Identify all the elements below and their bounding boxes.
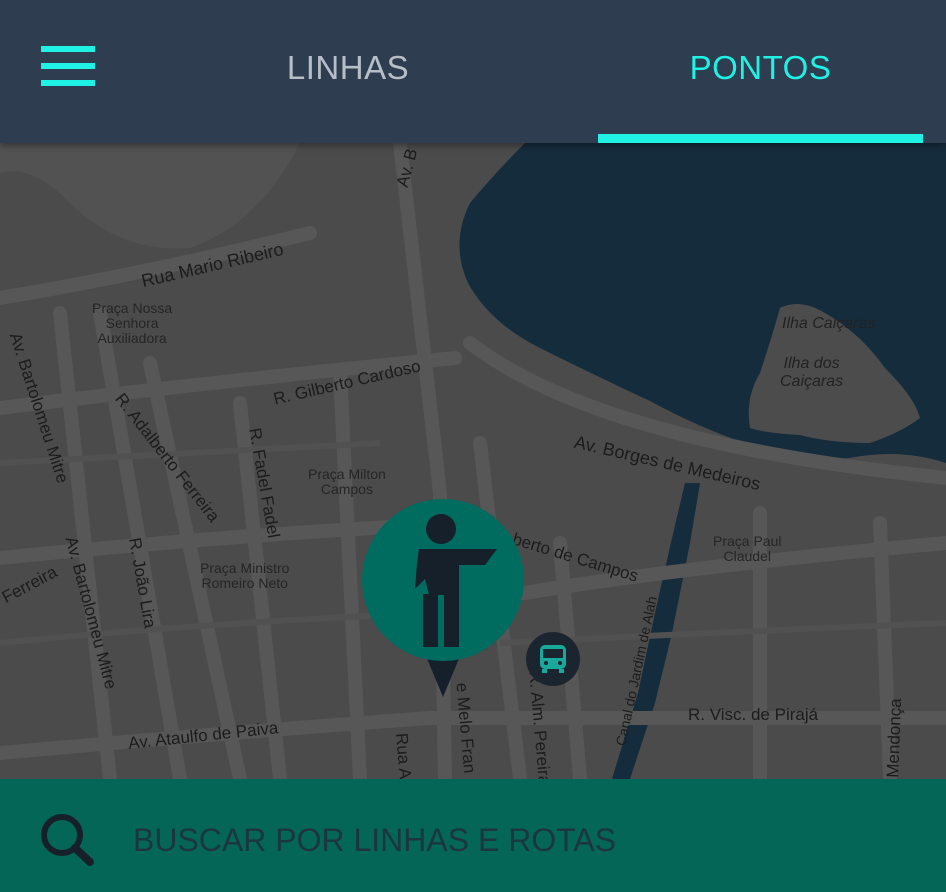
search-icon[interactable]	[38, 812, 96, 868]
place-label: Praça Milton Campos	[308, 466, 386, 497]
tab-linhas[interactable]: LINHAS	[190, 40, 506, 96]
menu-icon[interactable]	[41, 46, 95, 86]
island-label: Ilha dos Caiçaras	[780, 355, 844, 390]
active-tab-indicator	[598, 134, 923, 143]
place-label: Praça Ministro Romeiro Neto	[200, 560, 290, 591]
search-input[interactable]	[133, 812, 903, 868]
street-label: Mendonça	[883, 697, 906, 778]
bus-icon[interactable]	[526, 632, 580, 686]
place-label: Praça Nossa Senhora Auxiliadora	[92, 300, 173, 346]
top-app-bar: LINHAS PONTOS	[0, 0, 946, 143]
place-label: Praça Paul Claudel	[713, 533, 782, 564]
street-label: R. Visc. de Pirajá	[688, 705, 819, 724]
person-hailing-icon[interactable]	[361, 499, 525, 699]
island-label: Ilha Caiçaras	[782, 315, 876, 332]
tab-pontos[interactable]: PONTOS	[598, 40, 923, 96]
